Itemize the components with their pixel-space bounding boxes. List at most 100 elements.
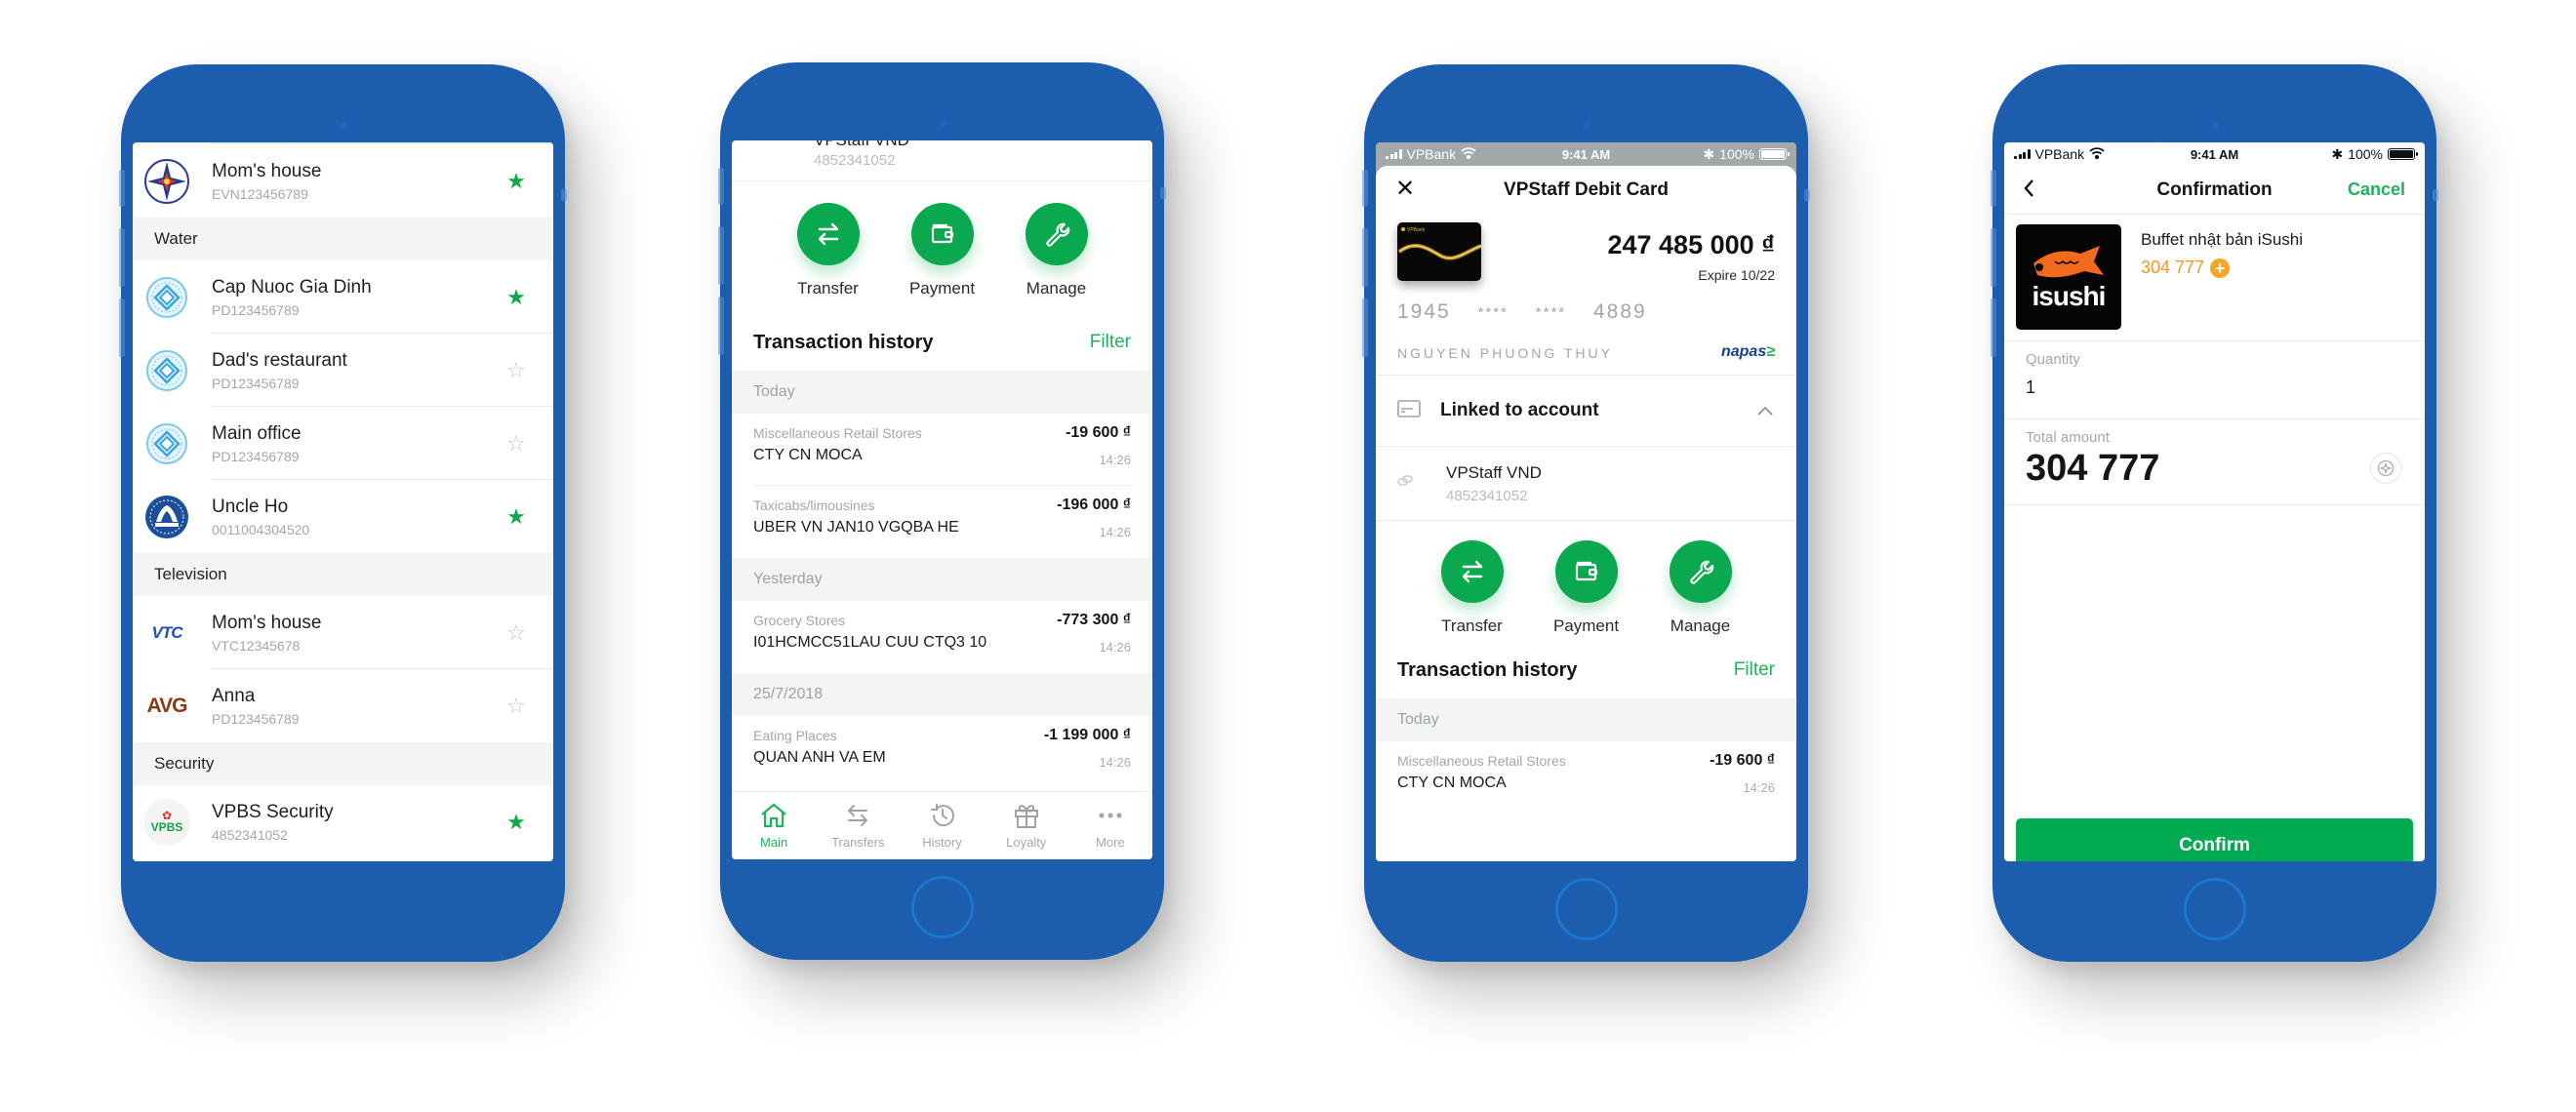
transaction-time: 14:26 [1099,453,1131,467]
payment-button[interactable]: Payment [1543,540,1630,642]
phone-favorites-list: Mom's house EVN123456789 ★ Water Cap Nuo… [119,64,567,962]
list-item[interactable]: VTC Mom's house VTC12345678 ☆ [133,596,553,669]
filter-link[interactable]: Filter [1090,332,1131,353]
transfer-icon [1440,540,1504,603]
transaction-row[interactable]: Taxicabs/limousines UBER VN JAN10 VGQBA … [732,486,1152,558]
signal-icon [1386,149,1402,159]
item-name: Anna [212,686,256,706]
quick-actions: Transfer Payment Manage [1376,521,1796,642]
list-item[interactable]: Dad's restaurant PD123456789 ☆ [133,334,553,407]
confirm-button[interactable]: Confirm [2016,818,2413,861]
pan-group: 1945 [1397,300,1451,323]
tab-history[interactable]: History [900,792,984,859]
star-outline-icon[interactable]: ☆ [505,621,527,644]
item-code: PD123456789 [212,376,300,391]
date-group-header: Today [732,371,1152,414]
home-button[interactable] [910,876,974,938]
star-filled-icon[interactable]: ★ [505,286,527,308]
points-info-icon[interactable] [2370,453,2401,484]
transaction-merchant: UBER VN JAN10 VGQBA HE [753,519,959,536]
list-item[interactable]: AVG Anna PD123456789 ☆ [133,669,553,742]
price-value: 304 777 [2141,258,2205,277]
list-item[interactable]: Cap Nuoc Gia Dinh PD123456789 ★ [133,260,553,334]
wifi-icon [1461,146,1476,162]
status-bar: VPBank 9:41 AM ✱ 100% [1376,142,1796,166]
linked-account-number: 4852341052 [1446,487,1528,504]
filter-link[interactable]: Filter [1734,659,1775,681]
card-detail-sheet: ✕ VPStaff Debit Card VPBank 247 485 000 … [1376,166,1796,861]
clock: 9:41 AM [2190,146,2239,162]
manage-button[interactable]: Manage [1657,540,1745,642]
water-company-logo-icon [143,420,190,467]
transfer-button[interactable]: Transfer [1429,540,1516,642]
back-chevron-icon[interactable] [2022,176,2035,206]
volume-up-button [1362,228,1368,287]
item-code: 4852341052 [212,827,288,843]
carrier-name: VPBank [1406,146,1457,162]
linked-account-row[interactable]: VPStaff VND 4852341052 [1376,447,1796,521]
card-icon [1397,399,1421,422]
tab-loyalty[interactable]: Loyalty [985,792,1068,859]
screen: Mom's house EVN123456789 ★ Water Cap Nuo… [133,142,553,861]
transaction-row[interactable]: Miscellaneous Retail Stores CTY CN MOCA … [1376,741,1796,814]
transaction-row[interactable]: Grocery Stores I01HCMCC51LAU CUU CTQ3 10… [732,601,1152,673]
transaction-history-header: Transaction history Filter [732,314,1152,371]
star-outline-icon[interactable]: ☆ [505,695,527,717]
home-button[interactable] [1554,878,1618,940]
star-filled-icon[interactable]: ★ [505,811,527,833]
star-outline-icon[interactable]: ☆ [505,432,527,455]
star-filled-icon[interactable]: ★ [505,170,527,192]
nav-bar: ✕ VPStaff Debit Card [1376,166,1796,215]
transaction-row[interactable]: Eating Places QUAN ANH VA EM -1 199 000 … [732,716,1152,788]
transaction-time: 14:26 [1099,525,1131,539]
transaction-merchant: CTY CN MOCA [1397,774,1507,791]
home-button[interactable] [2183,878,2246,940]
star-filled-icon[interactable]: ★ [505,505,527,528]
action-label: Payment [908,279,976,298]
page-title: VPStaff Debit Card [1504,179,1669,200]
screen: VPBank 9:41 AM ✱ 100% ✕ VPStaff Debit Ca… [1376,142,1796,861]
section-title: Transaction history [753,331,934,353]
card-expiry: Expire 10/22 [1698,267,1775,283]
transaction-time: 14:26 [1099,755,1131,770]
item-name: Dad's restaurant [212,350,347,371]
payment-button[interactable]: Payment [899,203,986,314]
list-item[interactable]: ✿ VPBS VPBS Security 4852341052 ★ [133,785,553,858]
page-title: Confirmation [2156,179,2273,200]
card-summary: VPBank 247 485 000 ₫ Expire 10/22 [1376,215,1796,293]
close-icon[interactable]: ✕ [1395,178,1415,201]
tab-more[interactable]: More [1068,792,1152,859]
volume-up-button [1991,228,1996,287]
list-item[interactable]: Main office PD123456789 ☆ [133,407,553,480]
transfers-icon [843,800,872,831]
transaction-amount: -1 199 000 ₫ [1043,727,1131,743]
transaction-row[interactable]: Miscellaneous Retail Stores CTY CN MOCA … [732,414,1152,486]
item-name: VPBS Security [212,802,334,822]
battery-percent: 100% [1719,146,1754,162]
quick-actions: Transfer Payment Manage [732,181,1152,314]
linked-account-toggle[interactable]: Linked to account [1376,375,1796,447]
item-code: EVN123456789 [212,186,308,202]
card-holder-name: NGUYEN PHUONG THUY [1397,345,1613,361]
list-item[interactable]: Mom's house EVN123456789 ★ [133,144,553,218]
card-image[interactable]: VPBank [1397,222,1481,281]
cancel-button[interactable]: Cancel [2348,179,2405,200]
tab-label: Loyalty [1006,835,1047,850]
transfer-button[interactable]: Transfer [785,203,872,314]
tab-transfers[interactable]: Transfers [816,792,900,859]
phone-purchase-confirmation: VPBank 9:41 AM ✱ 100% Confirmation Cance… [1991,64,2438,962]
transaction-history-header: Transaction history Filter [1376,642,1796,698]
mute-switch [718,168,724,205]
tab-main[interactable]: Main [732,792,816,859]
account-row[interactable]: VPStaff VND 4852341052 [732,140,1152,181]
volume-up-button [718,226,724,285]
star-outline-icon[interactable]: ☆ [505,359,527,381]
product-price: 304 777 + [2141,258,2303,278]
transaction-merchant: I01HCMCC51LAU CUU CTQ3 10 [753,634,987,651]
avg-logo-icon: AVG [146,694,188,717]
manage-button[interactable]: Manage [1013,203,1101,314]
list-item[interactable]: Uncle Ho 0011004304520 ★ [133,480,553,553]
action-label: Manage [1026,279,1087,298]
quantity-field[interactable]: Quantity 1 [2004,341,2425,419]
card-brand: VPBank [1407,227,1426,233]
